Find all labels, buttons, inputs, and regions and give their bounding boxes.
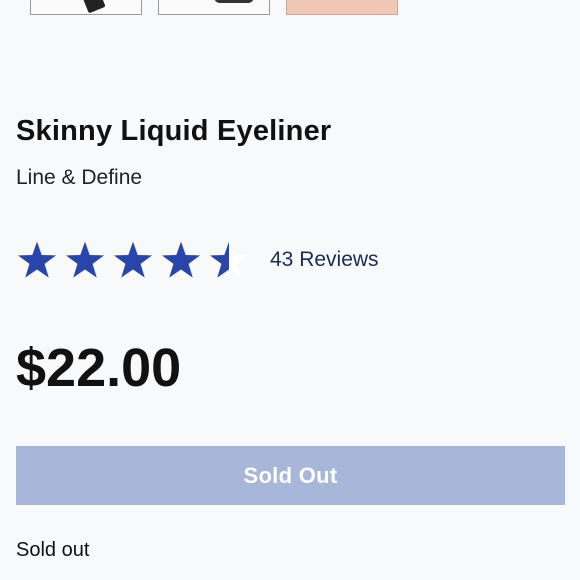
reviews-link[interactable]: 43 Reviews (270, 248, 379, 272)
star-icon (65, 241, 105, 278)
sold-out-button[interactable]: Sold Out (16, 446, 565, 505)
star-rating (16, 240, 250, 280)
eyeliner-swatch-image (214, 0, 254, 3)
product-thumbnail[interactable] (158, 0, 270, 15)
product-thumbnail-selected[interactable] (286, 0, 398, 15)
product-title: Skinny Liquid Eyeliner (16, 115, 332, 147)
product-price: $22.00 (16, 338, 182, 398)
star-icon (113, 241, 153, 278)
product-thumbnail[interactable] (30, 0, 142, 15)
rating-summary[interactable]: 43 Reviews (16, 238, 379, 282)
product-page: Skinny Liquid Eyeliner Line & Define 43 … (0, 0, 580, 580)
star-icon (209, 241, 249, 278)
stock-status: Sold out (16, 539, 90, 561)
product-subtitle: Line & Define (16, 166, 143, 189)
star-icon (17, 241, 57, 278)
thumbnail-strip (30, 0, 398, 15)
eyeliner-brush-image (78, 0, 106, 14)
star-icon (161, 241, 201, 278)
